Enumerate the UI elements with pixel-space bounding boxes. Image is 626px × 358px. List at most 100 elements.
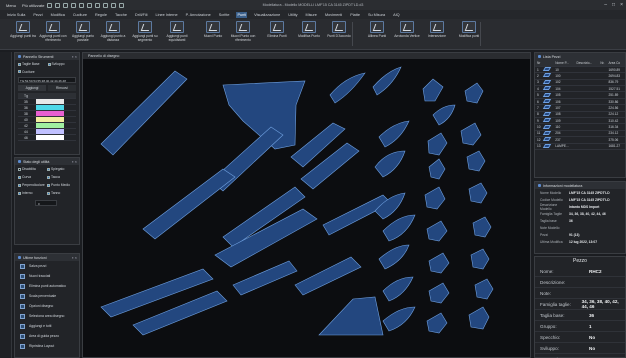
title-bar: Menu Più utilizzate Modellatura - Modell… bbox=[0, 0, 626, 10]
status-disabilita-checkbox[interactable]: Disabilita bbox=[18, 167, 47, 171]
undo-icon[interactable] bbox=[55, 2, 61, 8]
ribbon-elimina-punti-button[interactable]: Elimina Punti bbox=[260, 21, 294, 38]
pattern-piece bbox=[468, 306, 490, 330]
pin-icon[interactable]: ▪ × bbox=[72, 159, 77, 164]
value-input[interactable]: 0 bbox=[35, 200, 57, 206]
tab-p-annotazione[interactable]: P. Annotazione bbox=[185, 12, 212, 18]
zoom-icon[interactable] bbox=[79, 2, 85, 8]
status-curva-checkbox[interactable]: Curva bbox=[18, 175, 47, 179]
tab-punti[interactable]: Punti bbox=[236, 11, 248, 18]
ribbon-muovi-punto-con-riferimento-button[interactable]: Muovi Punto con riferimento bbox=[226, 21, 260, 42]
info-value: 12 lug 2022, 13:07 bbox=[569, 239, 598, 244]
info-key: Nome Modello bbox=[540, 190, 562, 195]
function-icon bbox=[20, 293, 25, 299]
pezzo-value: No bbox=[589, 334, 596, 340]
function-ripristina-layout[interactable]: Ripristina Layout bbox=[15, 341, 79, 351]
tab-drill-fili[interactable]: Drill/Fili bbox=[134, 12, 148, 18]
tab-tacche[interactable]: Tacche bbox=[114, 12, 128, 18]
model-info-panel: Informazioni modellatura Nome Modello LMF… bbox=[534, 181, 626, 254]
tab-misure[interactable]: Misure bbox=[305, 12, 318, 18]
ribbon-aggiungi-punto-parziale-button[interactable]: Aggiungi punto parziale bbox=[66, 21, 100, 42]
tab-scritte[interactable]: Scritte bbox=[218, 12, 231, 18]
point-tool-icon bbox=[106, 21, 120, 33]
status-punto-medio-checkbox[interactable]: Punto Medio bbox=[47, 183, 76, 187]
pattern-piece bbox=[100, 70, 188, 156]
size-row[interactable]: 46 bbox=[18, 135, 76, 141]
rimuovi-button[interactable]: Rimuovi bbox=[48, 85, 76, 91]
ribbon-allinea-punti-button[interactable]: Allinea Punti bbox=[360, 21, 394, 38]
tab-pezzi[interactable]: Pezzi bbox=[32, 12, 43, 18]
taglie-base-checkbox[interactable]: Taglie Base bbox=[18, 62, 40, 66]
size-color-swatch bbox=[36, 135, 64, 140]
aggiungi-button[interactable]: Aggiungi bbox=[18, 85, 46, 91]
recent-button[interactable]: Più utilizzate bbox=[22, 3, 44, 8]
panel-icon bbox=[18, 55, 21, 58]
fit-icon[interactable] bbox=[95, 2, 101, 8]
measure-icon[interactable] bbox=[111, 2, 117, 8]
sviluppo-checkbox[interactable]: Sviluppo bbox=[47, 62, 65, 66]
size-number: 44 bbox=[24, 129, 28, 134]
status-interno-checkbox[interactable]: Interno bbox=[18, 191, 47, 195]
close-icon[interactable]: × bbox=[620, 2, 623, 8]
function-elimina-punti-automatico[interactable]: Elimina punti automatico bbox=[15, 281, 79, 291]
status-perpendicolare-checkbox[interactable]: Perpendicolare bbox=[18, 183, 47, 187]
ribbon-label: Punti D'Accordo bbox=[327, 34, 351, 38]
tab-cuciture[interactable]: Cuciture bbox=[72, 12, 88, 18]
tab-modifica[interactable]: Modifica bbox=[50, 12, 66, 18]
table-row[interactable]: 13 LAMPE... 1681.27 bbox=[535, 143, 625, 151]
status-panel: Stato degli utilità ▪ × Disabilita Spiegat… bbox=[14, 157, 80, 245]
status-tanno-checkbox[interactable]: Tanno bbox=[47, 191, 76, 195]
ribbon-modifica-punto-button[interactable]: Modifica Punto bbox=[292, 21, 326, 38]
ribbon-arrotonda-vertice-button[interactable]: Arrotonda Vertice bbox=[390, 21, 424, 38]
ribbon-intersezione-button[interactable]: Intersezione bbox=[420, 21, 454, 38]
ribbon-aggiungi-punti-con-riferimento-button[interactable]: Aggiungi punti con riferimento bbox=[36, 21, 70, 42]
tools-panel-title: Pannello Strumenti bbox=[23, 54, 54, 59]
function-salva-pezzi[interactable]: Salva pezzi bbox=[15, 261, 79, 271]
ribbon-aggiungi-punti-su-segmento-button[interactable]: Aggiungi punti su segmento bbox=[128, 21, 162, 42]
function-seleziona-area-disegno[interactable]: Seleziona area disegno bbox=[15, 311, 79, 321]
save-icon[interactable] bbox=[47, 2, 53, 8]
size-list-field[interactable]: TG:52,50,54,55,38,40,42,44,46,48 bbox=[18, 77, 76, 83]
status-tacca-checkbox[interactable]: Tacca bbox=[47, 175, 76, 179]
pattern-piece bbox=[382, 214, 416, 242]
ribbon-label: Allinea Punti bbox=[367, 34, 387, 38]
function-aggiungi-e-tutti[interactable]: Aggiungi e tutti bbox=[15, 321, 79, 331]
function-opzioni-disegno[interactable]: Opzioni disegno bbox=[15, 301, 79, 311]
pattern-piece bbox=[472, 216, 492, 238]
zoom-out-icon[interactable] bbox=[87, 2, 93, 8]
point-tool-icon bbox=[400, 21, 414, 33]
tab-piatte[interactable]: Piatte bbox=[349, 12, 361, 18]
tab-aiq[interactable]: AIQ bbox=[392, 12, 401, 18]
ribbon-muovi-punto-button[interactable]: Muovi Punto bbox=[196, 21, 230, 38]
grid-icon[interactable] bbox=[103, 2, 109, 8]
ribbon-aggiungi-punti-equidistanti-button[interactable]: Aggiungi punti equidistanti bbox=[160, 21, 194, 42]
tab-regole[interactable]: Regole bbox=[94, 12, 108, 18]
maximize-icon[interactable]: □ bbox=[612, 2, 615, 8]
minimize-icon[interactable]: – bbox=[604, 2, 607, 8]
canvas-title: Pannello di disegno bbox=[88, 54, 120, 58]
tab-utility[interactable]: Utility bbox=[287, 12, 298, 18]
status-spiegato-checkbox[interactable]: Spiegato bbox=[47, 167, 76, 171]
ribbon-punti-d-accordo-button[interactable]: Punti D'Accordo bbox=[322, 21, 356, 38]
function-nuovi-tracciati[interactable]: Nuovi tracciati bbox=[15, 271, 79, 281]
ribbon-label: Aggiungi punti equidistanti bbox=[166, 34, 188, 42]
point-tool-icon bbox=[430, 21, 444, 33]
drawing-canvas[interactable]: Pannello di disegno bbox=[82, 52, 531, 358]
tab-movimenti[interactable]: Movimenti bbox=[324, 12, 343, 18]
layers-icon[interactable] bbox=[119, 2, 125, 8]
tab-inizio-sulla[interactable]: Inizio Sulla bbox=[6, 12, 26, 18]
redo-icon[interactable] bbox=[63, 2, 69, 8]
tab-su-misura[interactable]: Su Misura bbox=[367, 12, 386, 18]
menu-button[interactable]: Menu bbox=[6, 3, 16, 8]
tab-visualizzazione[interactable]: Visualizzazione bbox=[253, 12, 281, 18]
tab-linee-interne[interactable]: Linee Interne bbox=[154, 12, 178, 18]
pin-icon[interactable]: ▪ × bbox=[72, 255, 77, 260]
pointer-icon[interactable] bbox=[71, 2, 77, 8]
ribbon-aggiungi-punto-a-distanza-button[interactable]: Aggiungi punto a distanza bbox=[96, 21, 130, 42]
function-scala-percentuale[interactable]: Scala percentuale bbox=[15, 291, 79, 301]
function-area-di-guida-pezzo[interactable]: Area di guida pezzo bbox=[15, 331, 79, 341]
pin-icon[interactable]: ▪ × bbox=[72, 54, 77, 59]
pattern-pieces[interactable] bbox=[83, 59, 530, 357]
ribbon-aggiungi-punti-tra-button[interactable]: Aggiungi punti tra bbox=[6, 21, 40, 38]
cuciture-checkbox[interactable]: Cuciture bbox=[18, 70, 35, 74]
